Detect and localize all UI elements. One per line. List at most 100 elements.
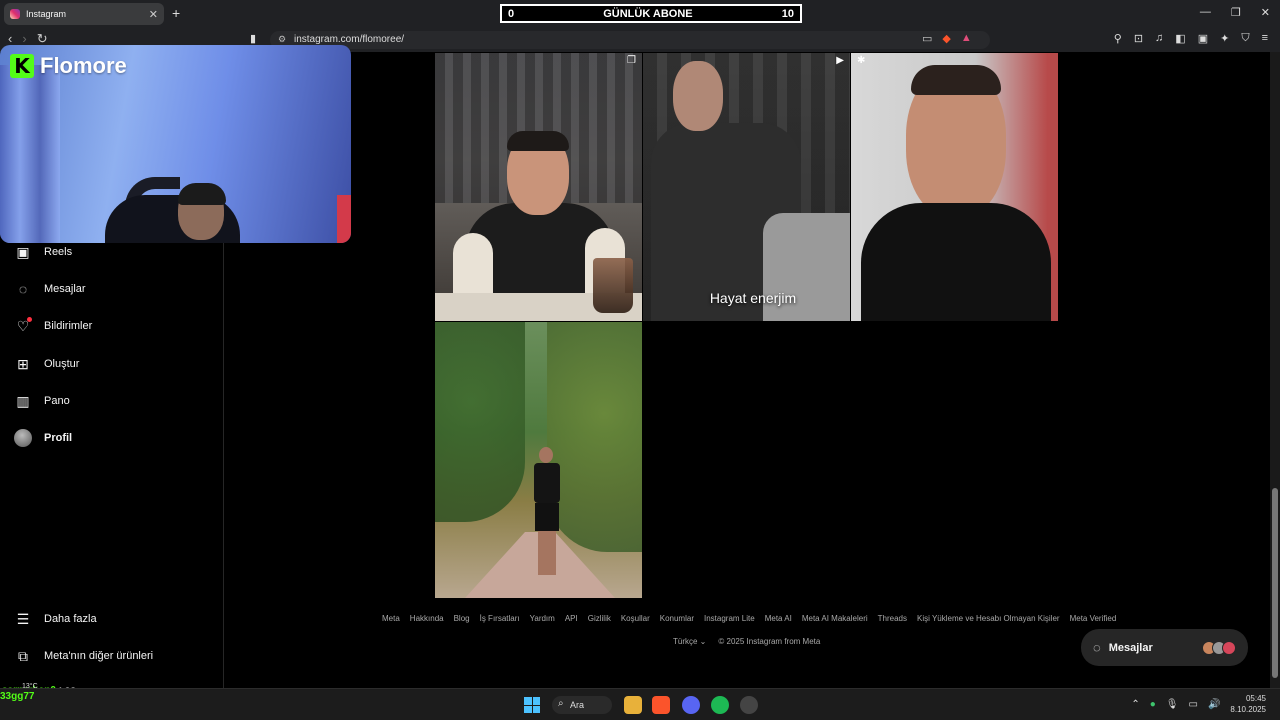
sidebar-item-label: Meta'nın diğer ürünleri bbox=[44, 650, 154, 662]
post-caption: Hayat enerjim bbox=[709, 290, 797, 306]
sidebar-item-label: Daha fazla bbox=[44, 613, 97, 625]
file-explorer-icon[interactable] bbox=[624, 696, 642, 714]
footer-link[interactable]: Threads bbox=[878, 614, 907, 623]
extensions-icon[interactable]: ⚲ bbox=[1114, 32, 1122, 45]
brave-browser-icon[interactable] bbox=[652, 696, 670, 714]
messenger-icon: ◌ bbox=[18, 281, 28, 297]
menu-icon[interactable]: ≡ bbox=[1262, 32, 1268, 45]
leo-ai-icon[interactable]: ✦ bbox=[1220, 32, 1229, 45]
hamburger-icon: ☰ bbox=[16, 610, 30, 627]
discord-icon[interactable] bbox=[682, 696, 700, 714]
footer-link[interactable]: Instagram Lite bbox=[704, 614, 755, 623]
clock[interactable]: 05:45 8.10.2025 bbox=[1230, 693, 1266, 715]
sidebar-item-label: Mesajlar bbox=[44, 283, 86, 295]
vpn-icon[interactable]: ⛉ bbox=[1241, 32, 1249, 45]
post-thumbnail[interactable]: ▶ Hayat enerjim bbox=[643, 53, 850, 321]
messages-button[interactable]: ◌ Mesajlar bbox=[1081, 629, 1248, 666]
sidebar-item-label: Bildirimler bbox=[44, 320, 93, 332]
stream-logo-text: Flomore bbox=[40, 53, 127, 78]
footer-link[interactable]: Yardım bbox=[530, 614, 555, 623]
footer-link[interactable]: Kişi Yükleme ve Hesabı Olmayan Kişiler bbox=[917, 614, 1060, 623]
chevron-up-icon[interactable]: ⌃ bbox=[1131, 699, 1139, 710]
site-info-icon[interactable]: ⚙ bbox=[278, 34, 286, 45]
clock-time: 05:45 bbox=[1245, 694, 1266, 703]
footer-meta: Türkçe ⌄ © 2025 Instagram from Meta bbox=[673, 637, 820, 646]
sidebar-item-meta-products[interactable]: ⧉ Meta'nın diğer ürünleri bbox=[14, 645, 153, 667]
footer-link[interactable]: Meta AI bbox=[765, 614, 792, 623]
footer-link[interactable]: Gizlilik bbox=[588, 614, 611, 623]
system-tray: ⌃ ● 🎙 ▭ 🔊 05:45 8.10.2025 bbox=[1131, 693, 1266, 715]
stream-logo: K Flomore bbox=[10, 53, 127, 79]
post-thumbnail[interactable]: ✱ bbox=[851, 53, 1058, 321]
weather-temp: 13°C bbox=[22, 683, 38, 690]
messages-label: Mesajlar bbox=[1108, 641, 1153, 654]
wallet-icon[interactable]: ▣ bbox=[1198, 32, 1208, 45]
chat-second-line: 33gg77 bbox=[0, 691, 35, 702]
footer-link[interactable]: API bbox=[565, 614, 578, 623]
bookmark-icon[interactable]: ▮ bbox=[250, 32, 256, 45]
counter-right: 10 bbox=[781, 7, 794, 20]
address-bar[interactable]: ⚙ instagram.com/flomoree/ bbox=[270, 31, 990, 49]
sidebar-item-create[interactable]: ⊞ Oluştur bbox=[14, 353, 79, 375]
browser-tab[interactable]: Instagram ✕ bbox=[4, 3, 164, 25]
spotify-icon[interactable] bbox=[711, 696, 729, 714]
clock-date: 8.10.2025 bbox=[1230, 705, 1266, 714]
obs-icon[interactable] bbox=[740, 696, 758, 714]
chart-icon: ▥ bbox=[16, 392, 30, 409]
sidebar-item-reels[interactable]: ▣ Reels bbox=[14, 241, 72, 263]
sidebar-item-messages[interactable]: ◌ Mesajlar bbox=[14, 278, 86, 300]
footer-link[interactable]: Meta AI Makaleleri bbox=[802, 614, 868, 623]
footer-link[interactable]: Blog bbox=[454, 614, 470, 623]
sidebar-item-label: Profil bbox=[44, 432, 73, 444]
sidebar-item-more[interactable]: ☰ Daha fazla bbox=[14, 608, 97, 630]
message-avatars bbox=[1202, 640, 1236, 655]
reels-icon: ▣ bbox=[16, 243, 30, 260]
pinned-icon: ✱ bbox=[857, 55, 866, 66]
counter-label: GÜNLÜK ABONE bbox=[603, 7, 693, 20]
footer-links: Meta Hakkında Blog İş Fırsatları Yardım API Gi… bbox=[382, 614, 1116, 623]
restore-icon[interactable]: ❐ bbox=[1231, 6, 1241, 19]
url-text: instagram.com/flomoree/ bbox=[294, 34, 405, 45]
carousel-icon: ❐ bbox=[627, 55, 636, 66]
taskbar-search[interactable]: ⌕ Ara bbox=[552, 696, 612, 714]
footer-link[interactable]: Konumlar bbox=[660, 614, 694, 623]
screenshot-icon[interactable]: ⊡ bbox=[1134, 32, 1143, 45]
daily-subscriber-counter: 0 GÜNLÜK ABONE 10 bbox=[500, 4, 802, 23]
footer-link[interactable]: Koşullar bbox=[621, 614, 650, 623]
footer-link[interactable]: Hakkında bbox=[410, 614, 444, 623]
scrollbar-thumb[interactable] bbox=[1272, 488, 1278, 678]
sidebar-item-label: Oluştur bbox=[44, 358, 80, 370]
footer-link[interactable]: İş Fırsatları bbox=[480, 614, 520, 623]
tab-close-icon[interactable]: ✕ bbox=[149, 8, 158, 21]
post-thumbnail[interactable]: ❐ bbox=[435, 53, 642, 321]
tab-title: Instagram bbox=[26, 9, 67, 19]
microphone-icon[interactable]: 🎙 bbox=[1166, 699, 1179, 710]
sidebar-item-profile[interactable]: Profil bbox=[14, 427, 72, 449]
cast-icon[interactable]: ▭ bbox=[922, 32, 932, 45]
brave-shields-icon[interactable]: ◆ bbox=[942, 32, 950, 45]
footer-link[interactable]: Meta Verified bbox=[1070, 614, 1117, 623]
language-select[interactable]: Türkçe ⌄ bbox=[673, 637, 706, 646]
close-window-icon[interactable]: ✕ bbox=[1261, 6, 1270, 19]
start-button[interactable] bbox=[524, 697, 540, 713]
sidebar-item-dashboard[interactable]: ▥ Pano bbox=[14, 390, 70, 412]
window-controls: — ❐ ✕ bbox=[1200, 6, 1270, 19]
page-scrollbar[interactable] bbox=[1270, 52, 1280, 688]
post-thumbnail[interactable] bbox=[435, 322, 642, 598]
heart-icon: ♡ bbox=[14, 317, 32, 335]
new-tab-button[interactable]: + bbox=[172, 5, 180, 21]
music-icon[interactable]: ♫ bbox=[1155, 32, 1163, 45]
network-icon[interactable]: ▭ bbox=[1189, 699, 1198, 710]
minimize-icon[interactable]: — bbox=[1200, 6, 1211, 19]
volume-icon[interactable]: 🔊 bbox=[1208, 699, 1220, 710]
avatar bbox=[14, 429, 32, 447]
status-dot-icon[interactable]: ● bbox=[1150, 699, 1156, 710]
messenger-icon: ◌ bbox=[1093, 640, 1101, 655]
sidebar-toggle-icon[interactable]: ◧ bbox=[1175, 32, 1185, 45]
meta-products-icon: ⧉ bbox=[18, 647, 28, 664]
sidebar-item-notifications[interactable]: ♡ Bildirimler bbox=[14, 315, 92, 337]
search-icon: ⌕ bbox=[558, 698, 564, 709]
footer-link[interactable]: Meta bbox=[382, 614, 400, 623]
sidebar-item-label: Pano bbox=[44, 395, 70, 407]
brave-rewards-icon[interactable]: ▲ bbox=[961, 32, 972, 45]
